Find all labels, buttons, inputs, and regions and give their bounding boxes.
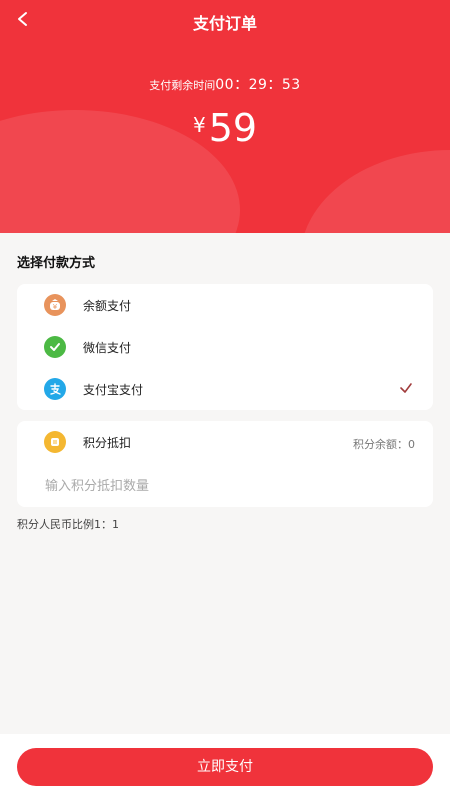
order-amount: ¥59 bbox=[0, 106, 450, 150]
payment-method-wechat[interactable]: 微信支付 bbox=[17, 326, 433, 368]
footer-bar: 立即支付 bbox=[0, 734, 450, 800]
payment-method-balance[interactable]: ¥ 余额支付 bbox=[17, 284, 433, 326]
pay-now-button[interactable]: 立即支付 bbox=[17, 748, 433, 786]
points-balance: 积分余额：0 bbox=[353, 438, 415, 451]
points-ratio-text: 积分人民币比例1：1 bbox=[17, 518, 119, 531]
wechat-icon bbox=[44, 336, 66, 358]
check-icon bbox=[400, 383, 412, 393]
points-label: 积分抵扣 bbox=[83, 436, 132, 450]
currency-symbol: ¥ bbox=[192, 113, 206, 137]
countdown-label: 支付剩余时间 bbox=[149, 79, 216, 92]
points-card: 积分抵扣 积分余额：0 bbox=[17, 421, 433, 507]
coin-icon bbox=[44, 431, 66, 453]
points-input[interactable] bbox=[45, 475, 415, 497]
wallet-icon: ¥ bbox=[44, 294, 66, 316]
payment-method-label: 支付宝支付 bbox=[83, 383, 144, 397]
payment-method-label: 微信支付 bbox=[83, 341, 132, 355]
section-title: 选择付款方式 bbox=[17, 256, 96, 271]
alipay-icon bbox=[44, 378, 66, 400]
page-title: 支付订单 bbox=[192, 14, 257, 33]
countdown: 支付剩余时间00：29：53 bbox=[0, 74, 450, 94]
points-deduction-row: 积分抵扣 积分余额：0 bbox=[17, 421, 433, 463]
countdown-time: 00：29：53 bbox=[215, 77, 301, 93]
payment-method-label: 余额支付 bbox=[83, 299, 132, 313]
amount-value: 59 bbox=[208, 106, 258, 150]
header-decoration bbox=[300, 150, 450, 233]
payment-methods-card: ¥ 余额支付 微信支付 支付宝支付 bbox=[17, 284, 433, 410]
payment-method-alipay[interactable]: 支付宝支付 bbox=[17, 368, 433, 410]
header: 支付订单 支付剩余时间00：29：53 ¥59 bbox=[0, 0, 450, 233]
svg-text:¥: ¥ bbox=[53, 303, 58, 311]
